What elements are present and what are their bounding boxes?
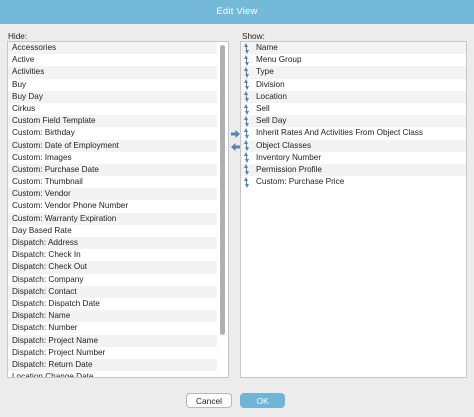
show-item-label: Type	[256, 67, 274, 77]
show-label: Show:	[242, 32, 265, 41]
show-item-label: Inventory Number	[256, 152, 322, 162]
hide-list-item[interactable]: Dispatch: Check In	[8, 249, 217, 261]
arrow-left-icon	[231, 143, 240, 151]
show-list-item[interactable]: Object Classes	[241, 139, 466, 152]
hide-list-item[interactable]: Buy Day	[8, 90, 217, 103]
dialog-title: Edit View	[0, 0, 474, 24]
hide-list-item[interactable]: Custom: Images	[8, 152, 217, 164]
hide-list-item[interactable]: Dispatch: Dispatch Date	[8, 298, 217, 310]
drag-handle-icon[interactable]	[243, 152, 251, 164]
hide-list-item[interactable]: Dispatch: Address	[8, 237, 217, 250]
hide-label: Hide:	[8, 32, 28, 41]
arrow-right-icon	[231, 130, 240, 138]
hide-list-item[interactable]: Custom: Thumbnail	[8, 176, 217, 188]
show-list-item[interactable]: Division	[241, 79, 466, 91]
hide-list-item[interactable]: Active	[8, 54, 217, 66]
hide-list-item[interactable]: Buy	[8, 79, 217, 91]
hide-list-item[interactable]: Custom: Vendor Phone Number	[8, 200, 217, 212]
show-item-label: Object Classes	[256, 140, 312, 150]
hide-list[interactable]: Accessories Active Activities Buy Buy Day Cir…	[7, 41, 229, 378]
show-item-label: Custom: Purchase Price	[256, 177, 345, 187]
hide-list-item[interactable]: Dispatch: Name	[8, 310, 217, 323]
show-item-label: Inherit Rates And Activities From Object…	[256, 128, 423, 138]
show-item-label: Name	[256, 43, 278, 52]
hide-list-item[interactable]: Custom: Purchase Date	[8, 163, 217, 177]
show-item-label: Menu Group	[256, 55, 302, 65]
ok-button[interactable]: OK	[240, 393, 285, 408]
hide-list-item[interactable]: Activities	[8, 66, 217, 79]
hide-list-item[interactable]: Custom: Birthday	[8, 127, 217, 139]
show-list-item[interactable]: Type	[241, 66, 466, 79]
hide-list-item[interactable]: Dispatch: Return Date	[8, 358, 217, 372]
hide-list-item[interactable]: Cirkus	[8, 103, 217, 115]
hide-list-item[interactable]: Dispatch: Company	[8, 274, 217, 286]
show-list-item[interactable]: Inventory Number	[241, 152, 466, 164]
show-list-item[interactable]: Permission Profile	[241, 163, 466, 177]
hide-list-item[interactable]: Dispatch: Check Out	[8, 261, 217, 274]
show-item-label: Permission Profile	[256, 164, 322, 174]
show-item-label: Sell	[256, 103, 270, 113]
hide-list-item[interactable]: Dispatch: Project Number	[8, 347, 217, 359]
drag-handle-icon[interactable]	[243, 42, 251, 54]
drag-handle-icon[interactable]	[243, 176, 251, 188]
move-left-button[interactable]	[231, 143, 240, 151]
drag-handle-icon[interactable]	[243, 140, 251, 152]
show-list-item[interactable]: Sell	[241, 103, 466, 115]
hide-list-item[interactable]: Day Based Rate	[8, 225, 217, 237]
drag-handle-icon[interactable]	[243, 115, 251, 127]
drag-handle-icon[interactable]	[243, 91, 251, 103]
hide-list-item[interactable]: Dispatch: Number	[8, 322, 217, 334]
hide-list-item[interactable]: Custom: Date of Employment	[8, 139, 217, 152]
show-item-label: Location	[256, 91, 287, 101]
hide-list-item[interactable]: Custom Field Template	[8, 115, 217, 128]
show-list[interactable]: Name Menu Group Type Division Location Sell Se…	[240, 41, 467, 378]
hide-list-item[interactable]: Custom: Warranty Expiration	[8, 212, 217, 225]
cancel-button[interactable]: Cancel	[186, 393, 232, 408]
hide-list-item[interactable]: Location Change Date	[8, 371, 217, 377]
show-list-item[interactable]: Inherit Rates And Activities From Object…	[241, 127, 466, 139]
show-list-item[interactable]: Custom: Purchase Price	[241, 176, 466, 188]
drag-handle-icon[interactable]	[243, 164, 251, 176]
show-list-item[interactable]: Location	[241, 90, 466, 103]
show-list-item[interactable]: Name	[241, 42, 466, 55]
move-right-button[interactable]	[231, 130, 240, 138]
hide-list-scrollbar[interactable]	[219, 42, 226, 376]
hide-list-item[interactable]: Accessories	[8, 42, 217, 55]
show-item-label: Division	[256, 79, 285, 89]
scroll-thumb[interactable]	[220, 45, 225, 335]
hide-list-item[interactable]: Custom: Vendor	[8, 188, 217, 201]
drag-handle-icon[interactable]	[243, 66, 251, 78]
drag-handle-icon[interactable]	[243, 127, 251, 139]
drag-handle-icon[interactable]	[243, 103, 251, 115]
show-item-label: Sell Day	[256, 116, 287, 126]
show-list-item[interactable]: Sell Day	[241, 115, 466, 128]
show-list-item[interactable]: Menu Group	[241, 54, 466, 66]
hide-list-item[interactable]: Dispatch: Project Name	[8, 334, 217, 347]
drag-handle-icon[interactable]	[243, 79, 251, 91]
hide-list-item[interactable]: Dispatch: Contact	[8, 285, 217, 298]
drag-handle-icon[interactable]	[243, 54, 251, 66]
